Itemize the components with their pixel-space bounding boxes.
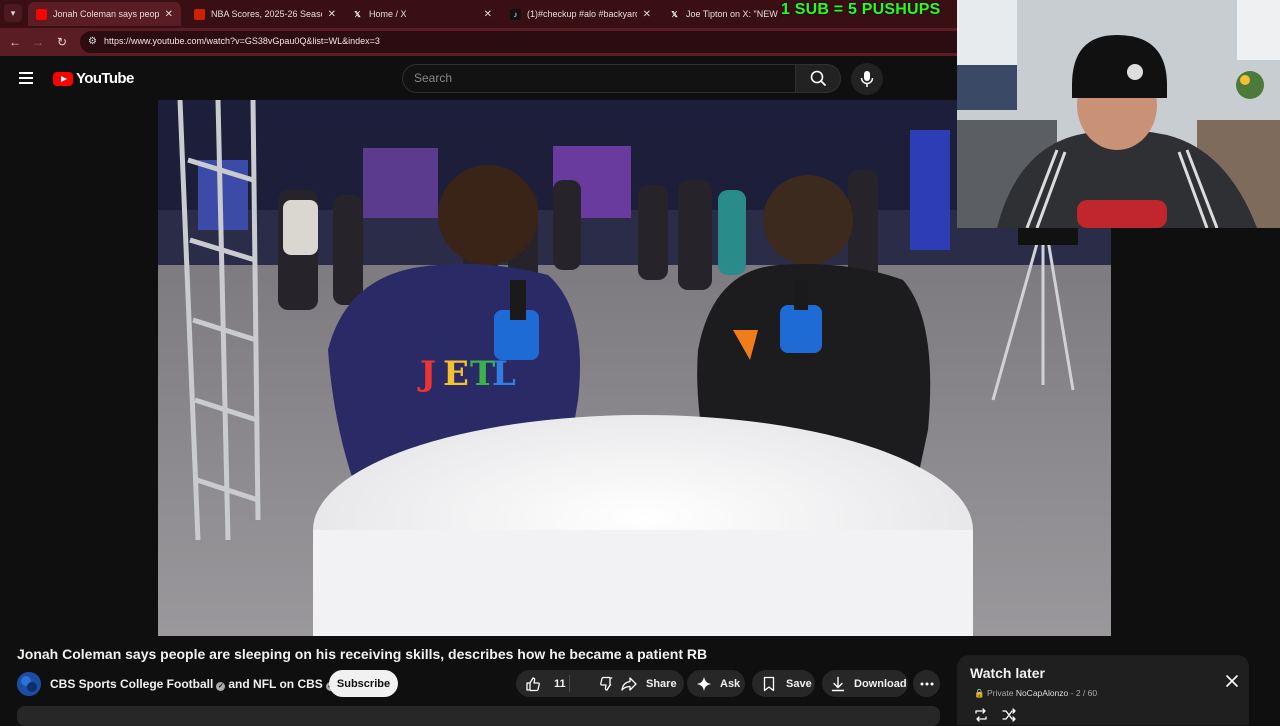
microphone-icon (860, 71, 874, 87)
save-label: Save (786, 677, 812, 690)
browser-tab-strip: ▾ Jonah Coleman says peopl ✕ NBA Scores,… (0, 0, 957, 28)
tiktok-icon: ♪ (510, 8, 521, 20)
playlist-meta: 🔒 Private NoCapAlonzo - 2 / 60 (974, 688, 1098, 698)
browser-tab-youtube[interactable]: Jonah Coleman says peopl ✕ (28, 2, 181, 26)
channel-name-secondary[interactable]: NFL on CBS (253, 677, 323, 691)
webcam-overlay (957, 0, 1280, 228)
close-tab-icon[interactable]: ✕ (643, 9, 651, 20)
reload-icon[interactable]: ↻ (54, 34, 70, 50)
playlist-title[interactable]: Watch later (970, 665, 1045, 681)
tab-title: (1)#checkup #alo #backyard # (527, 9, 637, 19)
search-input[interactable] (414, 71, 784, 85)
more-horizontal-icon (920, 682, 933, 685)
ask-button[interactable]: Ask (687, 670, 745, 697)
tab-search-dropdown-icon[interactable]: ▾ (4, 4, 22, 22)
svg-text:J: J (417, 354, 436, 394)
save-button[interactable]: Save (752, 670, 815, 697)
download-icon (831, 676, 845, 691)
more-actions-button[interactable] (913, 670, 940, 697)
playlist-owner[interactable]: NoCapAlonzo (1016, 688, 1068, 698)
search-box[interactable] (402, 64, 796, 93)
browser-tab-tiktok[interactable]: ♪ (1)#checkup #alo #backyard # ✕ (502, 2, 659, 26)
back-arrow-icon[interactable]: ← (7, 34, 23, 50)
tab-title: Home / X (369, 9, 407, 19)
close-tab-icon[interactable]: ✕ (165, 9, 173, 20)
x-icon: 𝕏 (671, 9, 678, 19)
like-button[interactable]: 11 (516, 675, 566, 693)
tab-title: Jonah Coleman says peopl (53, 9, 159, 19)
ask-label: Ask (720, 677, 741, 690)
playlist-position: 2 / 60 (1075, 688, 1098, 698)
like-count: 11 (554, 677, 566, 690)
menu-icon[interactable] (19, 72, 33, 84)
thumbs-up-icon (526, 676, 540, 691)
description-box[interactable] (17, 706, 940, 726)
address-bar[interactable]: ⚙ https://www.youtube.com/watch?v=GS38vG… (80, 31, 957, 53)
playlist-panel: Watch later 🔒 Private NoCapAlonzo - 2 / … (957, 655, 1249, 725)
video-title: Jonah Coleman says people are sleeping o… (17, 646, 708, 662)
subscribe-button[interactable]: Subscribe (329, 670, 398, 697)
share-button[interactable]: Share (611, 670, 684, 697)
svg-text:E: E (443, 354, 469, 394)
loop-icon[interactable] (973, 707, 989, 723)
youtube-logo-text: YouTube (76, 70, 134, 87)
youtube-logo[interactable]: YouTube (53, 70, 134, 87)
close-tab-icon[interactable]: ✕ (484, 9, 492, 20)
youtube-icon (36, 8, 47, 20)
url-text: https://www.youtube.com/watch?v=GS38vGpa… (104, 36, 380, 46)
site-settings-icon[interactable]: ⚙ (88, 35, 102, 49)
search-button[interactable] (795, 64, 841, 93)
shuffle-icon[interactable] (1001, 707, 1017, 723)
voice-search-button[interactable] (851, 63, 883, 95)
tab-title: NBA Scores, 2025-26 Season - (211, 9, 322, 19)
download-label: Download (854, 677, 907, 690)
close-icon[interactable] (1225, 674, 1239, 688)
bookmark-icon (763, 676, 775, 691)
lock-icon: 🔒 (974, 688, 985, 698)
channel-avatar[interactable] (17, 672, 41, 696)
search-icon (810, 70, 826, 86)
share-icon (621, 676, 637, 691)
nba-icon (194, 8, 205, 20)
stream-overlay-text: 1 SUB = 5 PUSHUPS (781, 1, 941, 18)
browser-tab-nba[interactable]: NBA Scores, 2025-26 Season - ✕ (186, 2, 344, 26)
tab-title: Joe Tipton on X: "NEWS: US (686, 9, 778, 19)
browser-tab-x-home[interactable]: 𝕏 Home / X ✕ (344, 2, 500, 26)
youtube-header: YouTube (0, 56, 957, 100)
x-icon: 𝕏 (354, 9, 361, 19)
browser-tab-x-post[interactable]: 𝕏 Joe Tipton on X: "NEWS: US (661, 2, 786, 26)
forward-arrow-icon[interactable]: → (30, 34, 46, 50)
webcam-frame (957, 0, 1280, 228)
close-tab-icon[interactable]: ✕ (328, 9, 336, 20)
like-divider (569, 675, 570, 692)
browser-toolbar: ← → ↻ ⚙ https://www.youtube.com/watch?v=… (0, 28, 957, 56)
channel-joiner: and (228, 677, 250, 691)
share-label: Share (646, 677, 677, 690)
download-button[interactable]: Download (822, 670, 908, 697)
youtube-play-icon (53, 71, 73, 86)
playlist-privacy: Private (986, 688, 1014, 698)
channel-name-row[interactable]: CBS Sports College Football ✓ and NFL on C… (50, 677, 338, 691)
sparkle-icon (697, 676, 711, 691)
verified-icon: ✓ (216, 682, 226, 691)
channel-avatar-image (17, 672, 41, 696)
channel-name-primary[interactable]: CBS Sports College Football (50, 677, 213, 691)
